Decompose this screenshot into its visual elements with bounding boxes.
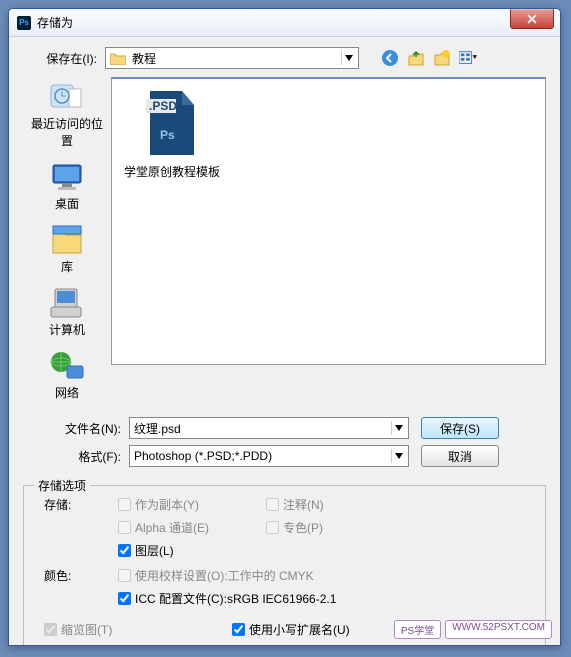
- checkbox-thumbnail: 缩览图(T): [44, 621, 194, 638]
- places-sidebar: 最近访问的位置 桌面 库 计算机 网络: [23, 77, 111, 405]
- folder-icon: [110, 52, 126, 65]
- svg-text:Ps: Ps: [160, 128, 175, 142]
- sidebar-item-label: 桌面: [55, 195, 79, 212]
- sidebar-item-label: 计算机: [49, 321, 85, 338]
- dropdown-arrow-icon: [341, 51, 355, 65]
- sidebar-item-label: 库: [61, 258, 73, 275]
- save-in-label: 保存在(I):: [23, 50, 105, 67]
- sidebar-item-libraries[interactable]: 库: [45, 220, 89, 279]
- dropdown-arrow-icon: [391, 421, 405, 435]
- format-dropdown[interactable]: Photoshop (*.PSD;*.PDD): [129, 445, 409, 467]
- color-group-label: 颜色:: [36, 567, 118, 584]
- filename-label: 文件名(N):: [23, 420, 129, 437]
- libraries-icon: [49, 224, 85, 256]
- checkbox-spot: 专色(P): [266, 519, 376, 536]
- svg-text:.PSD: .PSD: [149, 99, 177, 113]
- save-in-value: 教程: [132, 50, 156, 67]
- psd-file-icon: .PSD Ps: [146, 91, 198, 155]
- cancel-button[interactable]: 取消: [421, 445, 499, 467]
- sidebar-item-network[interactable]: 网络: [45, 346, 89, 405]
- checkbox-icc-profile[interactable]: ICC 配置文件(C): sRGB IEC61966-2.1: [118, 590, 336, 607]
- dropdown-arrow-icon: [391, 449, 405, 463]
- save-in-dropdown[interactable]: 教程: [105, 47, 359, 69]
- sidebar-item-computer[interactable]: 计算机: [45, 283, 89, 342]
- titlebar: Ps 存储为: [9, 9, 560, 37]
- ps-app-icon: Ps: [17, 16, 31, 30]
- format-label: 格式(F):: [23, 448, 129, 465]
- checkbox-alpha: Alpha 通道(E): [118, 519, 228, 536]
- new-folder-button[interactable]: [433, 49, 451, 67]
- desktop-icon: [49, 161, 85, 193]
- close-button[interactable]: [510, 9, 554, 29]
- file-item-label: 学堂原创教程模板: [124, 163, 220, 180]
- format-value: Photoshop (*.PSD;*.PDD): [134, 449, 272, 463]
- view-menu-button[interactable]: [459, 49, 477, 67]
- save-button[interactable]: 保存(S): [421, 417, 499, 439]
- sidebar-item-desktop[interactable]: 桌面: [45, 157, 89, 216]
- checkbox-notes: 注释(N): [266, 496, 376, 513]
- save-options-legend: 存储选项: [34, 477, 90, 494]
- filename-input[interactable]: 纹理.psd: [129, 417, 409, 439]
- checkbox-lowercase-ext[interactable]: 使用小写扩展名(U): [232, 621, 350, 638]
- back-button[interactable]: [381, 49, 399, 67]
- checkbox-proof: 使用校样设置(O): 工作中的 CMYK: [118, 567, 314, 584]
- recent-places-icon: [49, 81, 85, 113]
- window-title: 存储为: [37, 14, 73, 31]
- network-icon: [49, 350, 85, 382]
- computer-icon: [49, 287, 85, 319]
- sidebar-item-recent[interactable]: 最近访问的位置: [23, 77, 111, 153]
- close-icon: [527, 14, 537, 24]
- watermark: PS学堂WWW.52PSXT.COM: [394, 620, 552, 639]
- checkbox-layers[interactable]: 图层(L): [118, 542, 228, 559]
- up-one-level-button[interactable]: [407, 49, 425, 67]
- filename-value: 纹理.psd: [134, 420, 181, 437]
- file-list-area[interactable]: .PSD Ps 学堂原创教程模板: [111, 77, 546, 365]
- sidebar-item-label: 最近访问的位置: [27, 115, 107, 149]
- sidebar-item-label: 网络: [55, 384, 79, 401]
- dialog-content: 保存在(I): 教程 最近访问的位置 桌面: [9, 37, 560, 645]
- file-item[interactable]: .PSD Ps 学堂原创教程模板: [124, 91, 220, 180]
- checkbox-as-copy: 作为副本(Y): [118, 496, 228, 513]
- save-as-dialog: Ps 存储为 保存在(I): 教程 最近访问的位置: [8, 8, 561, 646]
- save-group-label: 存储:: [36, 496, 118, 513]
